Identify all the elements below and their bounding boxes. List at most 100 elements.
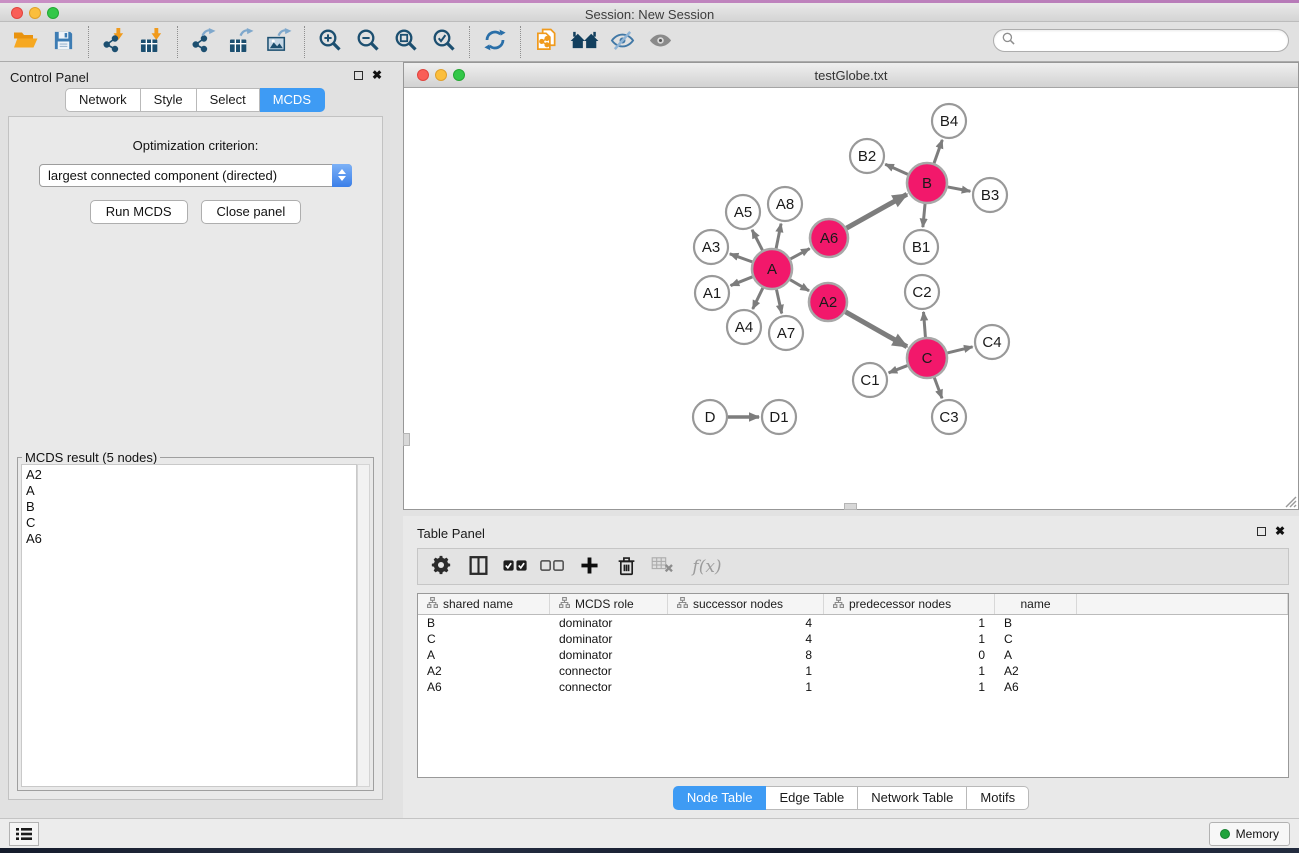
refresh-button[interactable] [479, 27, 511, 57]
table-tab-network-table[interactable]: Network Table [858, 786, 967, 810]
graph-node-C2[interactable]: C2 [905, 275, 939, 309]
table-row[interactable]: A6connector11A6 [418, 679, 1288, 695]
column-header-MCDS-role[interactable]: MCDS role [550, 594, 668, 614]
table-row[interactable]: Adominator80A [418, 647, 1288, 663]
tab-network[interactable]: Network [65, 88, 141, 112]
hide-selected-button[interactable] [606, 27, 638, 57]
column-header-shared-name[interactable]: shared name [418, 594, 550, 614]
network-graph[interactable]: A A6 A2 B C A1 A3 A4 A5 A7 A8 B1 B2 B3 B4 C1 C2 C3 C4 D D1 [404, 88, 1298, 509]
graph-node-D1[interactable]: D1 [762, 400, 796, 434]
table-close-panel-icon[interactable]: ✖ [1275, 526, 1285, 536]
bottom-splitter-handle[interactable] [844, 503, 857, 510]
graph-node-B[interactable]: B [907, 163, 947, 203]
table-row[interactable]: A2connector11A2 [418, 663, 1288, 679]
mcds-list-scrollbar[interactable] [357, 464, 370, 787]
run-mcds-button[interactable]: Run MCDS [90, 200, 188, 224]
graph-node-C1[interactable]: C1 [853, 363, 887, 397]
select-all-button[interactable] [500, 552, 530, 582]
close-panel-icon[interactable]: ✖ [372, 70, 382, 80]
graph-edge-A-A1[interactable] [731, 277, 753, 286]
network-canvas[interactable]: A A6 A2 B C A1 A3 A4 A5 A7 A8 B1 B2 B3 B4 C1 C2 C3 C4 D D1 [404, 88, 1298, 509]
graph-edge-A-A6[interactable] [790, 249, 809, 259]
close-panel-button[interactable]: Close panel [201, 200, 302, 224]
mcds-result-list[interactable]: A2ABCA6 [21, 464, 357, 787]
zoom-in-button[interactable] [314, 27, 346, 57]
table-row[interactable]: Cdominator41C [418, 631, 1288, 647]
graph-node-A8[interactable]: A8 [768, 187, 802, 221]
mcds-result-item[interactable]: A6 [26, 531, 356, 547]
mcds-result-item[interactable]: B [26, 499, 356, 515]
graph-node-A7[interactable]: A7 [769, 316, 803, 350]
column-header-predecessor-nodes[interactable]: predecessor nodes [824, 594, 995, 614]
graph-node-A3[interactable]: A3 [694, 230, 728, 264]
tab-mcds[interactable]: MCDS [260, 88, 325, 112]
graph-edge-A-A5[interactable] [752, 230, 762, 250]
graph-edge-A-A8[interactable] [776, 224, 781, 249]
show-all-button[interactable] [644, 27, 676, 57]
network-window-titlebar[interactable]: testGlobe.txt [404, 63, 1298, 88]
graph-node-A6[interactable]: A6 [810, 219, 848, 257]
tab-select[interactable]: Select [197, 88, 260, 112]
search-input[interactable] [1015, 31, 1288, 50]
export-network-button[interactable] [187, 27, 219, 57]
mcds-result-item[interactable]: A2 [26, 467, 356, 483]
graph-edge-A2-C[interactable] [845, 312, 907, 347]
graph-node-A2[interactable]: A2 [809, 283, 847, 321]
task-history-button[interactable] [9, 822, 39, 846]
graph-node-A4[interactable]: A4 [727, 310, 761, 344]
graph-node-C[interactable]: C [907, 338, 947, 378]
graph-node-A1[interactable]: A1 [695, 276, 729, 310]
left-splitter-handle[interactable] [403, 433, 410, 446]
column-header-name[interactable]: name [995, 594, 1077, 614]
table-float-panel-icon[interactable] [1257, 527, 1266, 536]
export-table-button[interactable] [225, 27, 257, 57]
graph-edge-A-A7[interactable] [776, 290, 781, 314]
table-tab-edge-table[interactable]: Edge Table [766, 786, 858, 810]
graph-edge-C-C3[interactable] [934, 378, 942, 399]
graph-edge-B-B2[interactable] [885, 164, 908, 174]
import-network-button[interactable] [98, 27, 130, 57]
duplicate-network-button[interactable] [530, 27, 562, 57]
graph-node-D[interactable]: D [693, 400, 727, 434]
table-tab-node-table[interactable]: Node Table [673, 786, 767, 810]
float-panel-icon[interactable] [354, 71, 363, 80]
delete-column-button[interactable] [611, 552, 641, 582]
zoom-selected-button[interactable] [428, 27, 460, 57]
resize-grip-icon[interactable] [1283, 494, 1297, 508]
column-pane-button[interactable] [463, 552, 493, 582]
graph-node-B3[interactable]: B3 [973, 178, 1007, 212]
zoom-fit-button[interactable] [390, 27, 422, 57]
table-header-row[interactable]: shared nameMCDS rolesuccessor nodesprede… [418, 594, 1288, 615]
graph-edge-B-B4[interactable] [934, 140, 942, 163]
table-settings-button[interactable] [426, 552, 456, 582]
mcds-result-item[interactable]: A [26, 483, 356, 499]
graph-edge-A6-B[interactable] [846, 194, 907, 228]
graph-node-C4[interactable]: C4 [975, 325, 1009, 359]
open-session-button[interactable] [9, 27, 41, 57]
graph-edge-C-C4[interactable] [947, 347, 972, 353]
export-image-button[interactable] [263, 27, 295, 57]
column-header-successor-nodes[interactable]: successor nodes [668, 594, 824, 614]
first-neighbors-button[interactable] [568, 27, 600, 57]
graph-node-B4[interactable]: B4 [932, 104, 966, 138]
graph-node-B2[interactable]: B2 [850, 139, 884, 173]
memory-button[interactable]: Memory [1209, 822, 1290, 846]
graph-node-C3[interactable]: C3 [932, 400, 966, 434]
graph-edge-A-A2[interactable] [790, 280, 809, 291]
graph-node-A5[interactable]: A5 [726, 195, 760, 229]
graph-edge-A-A4[interactable] [753, 288, 763, 309]
graph-edge-A-A3[interactable] [730, 254, 752, 262]
graph-edge-B-B1[interactable] [923, 204, 925, 227]
graph-node-A[interactable]: A [752, 249, 792, 289]
graph-edge-C-C2[interactable] [924, 312, 926, 337]
graph-edge-C-C1[interactable] [889, 366, 908, 373]
search-box[interactable] [993, 29, 1289, 52]
add-column-button[interactable] [574, 552, 604, 582]
graph-node-B1[interactable]: B1 [904, 230, 938, 264]
import-table-button[interactable] [136, 27, 168, 57]
tab-style[interactable]: Style [141, 88, 197, 112]
criterion-dropdown[interactable]: largest connected component (directed) [39, 164, 352, 187]
graph-edge-B-B3[interactable] [948, 187, 971, 191]
save-session-button[interactable] [47, 27, 79, 57]
zoom-out-button[interactable] [352, 27, 384, 57]
